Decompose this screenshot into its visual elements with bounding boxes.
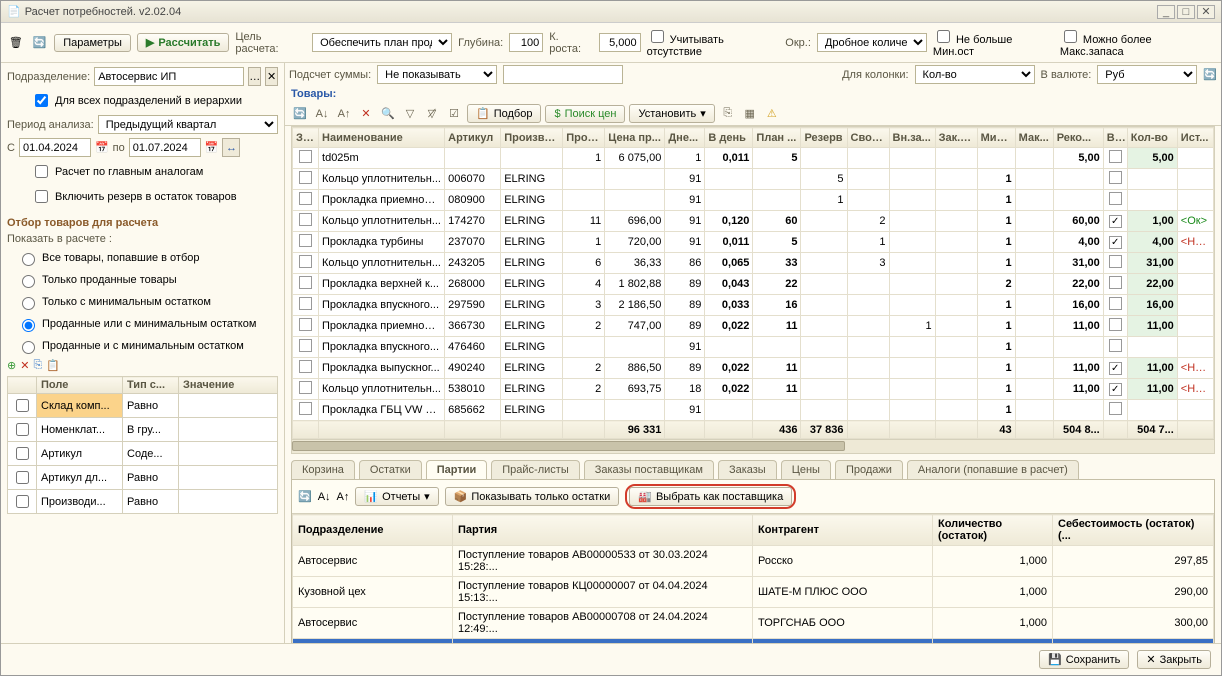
reserve-checkbox[interactable]: Включить резерв в остаток товаров	[31, 187, 278, 206]
swap-dates[interactable]: ↔	[222, 138, 240, 157]
col-select[interactable]: Кол-во	[915, 65, 1035, 84]
unit-label: Подразделение:	[7, 71, 90, 83]
reload-icon[interactable]: 🔄	[291, 105, 309, 123]
to-label: по	[113, 142, 125, 154]
check-all-icon[interactable]: ☑	[445, 105, 463, 123]
unit-ellipsis[interactable]: …	[248, 67, 261, 86]
period-select[interactable]: Предыдущий квартал	[98, 115, 278, 134]
okr-label: Окр.:	[785, 37, 811, 49]
params-button[interactable]: Параметры	[54, 34, 131, 52]
sort-asc-icon[interactable]: A↓	[313, 105, 331, 123]
calc-button[interactable]: ▶ Рассчитать	[137, 33, 230, 52]
window-title: Расчет потребностей. v2.02.04	[25, 6, 1155, 18]
maximize-button[interactable]: □	[1177, 5, 1195, 19]
delete-icon[interactable]: ✕	[20, 359, 29, 372]
col-label: Для колонки:	[842, 69, 908, 81]
copy-icon[interactable]: ⎘	[719, 105, 737, 123]
tab-0[interactable]: Корзина	[291, 460, 355, 479]
show-title: Показать в расчете :	[7, 233, 278, 245]
okr-select[interactable]: Дробное количес	[817, 33, 927, 52]
depth-label: Глубина:	[458, 37, 503, 49]
sum-label: Подсчет суммы:	[289, 69, 371, 81]
minimize-button[interactable]: _	[1157, 5, 1175, 19]
unit-input[interactable]	[94, 67, 244, 86]
left-panel: Подразделение: … ✕ Для всех подразделени…	[1, 63, 285, 643]
tab-5[interactable]: Заказы	[718, 460, 777, 479]
refresh-icon[interactable]: 🔄	[1203, 68, 1217, 81]
goal-select[interactable]: Обеспечить план прода	[312, 33, 452, 52]
main-grid[interactable]: За...НаименованиеАртикулПроизво...Прод..…	[292, 127, 1214, 439]
bottom-tabs: КорзинаОстаткиПартииПрайс-листы Заказы по…	[285, 454, 1221, 479]
filter-off-icon[interactable]: ▽̸	[423, 105, 441, 123]
radio-min[interactable]: Только с минимальным остатком	[17, 294, 278, 310]
close-footer-button[interactable]: ✕ Закрыть	[1137, 650, 1211, 669]
to-date[interactable]	[129, 138, 201, 157]
depth-input[interactable]	[509, 33, 543, 52]
calendar-icon[interactable]: 📅	[95, 141, 109, 154]
add-icon[interactable]: ⊕	[7, 359, 16, 372]
goal-label: Цель расчета:	[235, 31, 306, 55]
titlebar: 📄 Расчет потребностей. v2.02.04 _ □ ✕	[1, 1, 1221, 23]
main-toolbar: 🗑 🔄 Параметры ▶ Рассчитать Цель расчета:…	[1, 23, 1221, 63]
all-units-checkbox[interactable]: Для всех подразделений в иерархии	[31, 91, 278, 110]
close-button[interactable]: ✕	[1197, 5, 1215, 19]
filter-title: Отбор товаров для расчета	[7, 217, 278, 229]
h-scrollbar[interactable]	[292, 439, 1214, 453]
poisk-button[interactable]: $ Поиск цен	[545, 105, 625, 123]
absence-checkbox[interactable]: Учитывать отсутствие	[647, 27, 780, 58]
filter-table[interactable]: ПолеТип с...Значение Склад комп...РавноН…	[7, 376, 278, 514]
min-checkbox[interactable]: Не больше Мин.ост	[933, 27, 1054, 58]
radio-sold-and-min[interactable]: Проданные и с минимальным остатком	[17, 338, 278, 354]
select-supplier-button[interactable]: 🏭 Выбрать как поставщика	[629, 487, 792, 506]
tab-3[interactable]: Прайс-листы	[491, 460, 579, 479]
search-icon[interactable]: 🔍	[379, 105, 397, 123]
copy-icon[interactable]: ⎘	[33, 359, 42, 372]
analog-checkbox[interactable]: Расчет по главным аналогам	[31, 162, 278, 181]
max-checkbox[interactable]: Можно более Макс.запаса	[1060, 27, 1215, 58]
delete-row-icon[interactable]: ✕	[357, 105, 375, 123]
reports-dropdown[interactable]: 📊 Отчеты ▾	[355, 487, 438, 506]
tab-7[interactable]: Продажи	[835, 460, 903, 479]
sum-value-field[interactable]	[503, 65, 623, 84]
filter-icon[interactable]: ▽	[401, 105, 419, 123]
warning-icon[interactable]: ⚠	[763, 105, 781, 123]
tab-8[interactable]: Аналоги (попавшие в расчет)	[907, 460, 1079, 479]
sort-desc-icon[interactable]: A↑	[335, 105, 353, 123]
show-rest-button[interactable]: 📦 Показывать только остатки	[445, 487, 620, 506]
currency-label: В валюте:	[1041, 69, 1092, 81]
period-label: Период анализа:	[7, 119, 94, 131]
sub-reload-icon[interactable]: 🔄	[298, 490, 312, 503]
select-supplier-highlight: 🏭 Выбрать как поставщика	[625, 484, 796, 509]
list-icon[interactable]: 📋	[46, 359, 60, 372]
columns-icon[interactable]: ▦	[741, 105, 759, 123]
podbor-button[interactable]: 📋 Подбор	[467, 104, 541, 123]
ustanovit-dropdown[interactable]: Установить ▾	[629, 104, 714, 123]
currency-select[interactable]: Руб	[1097, 65, 1197, 84]
tab-2[interactable]: Партии	[426, 460, 488, 479]
refresh-icon[interactable]: 🔄	[31, 34, 49, 52]
from-label: С	[7, 142, 15, 154]
from-date[interactable]	[19, 138, 91, 157]
k-label: К. роста:	[549, 31, 592, 55]
sub-sort-asc-icon[interactable]: A↓	[318, 491, 331, 503]
tab-6[interactable]: Цены	[781, 460, 831, 479]
app-icon: 📄	[7, 5, 21, 18]
save-button[interactable]: 💾 Сохранить	[1039, 650, 1129, 669]
grid-toolbar: 🔄 A↓ A↑ ✕ 🔍 ▽ ▽̸ ☑ 📋 Подбор $ Поиск цен …	[285, 102, 1221, 126]
goods-label: Товары:	[285, 86, 1221, 102]
k-input[interactable]	[599, 33, 641, 52]
tab-1[interactable]: Остатки	[359, 460, 422, 479]
tab-4[interactable]: Заказы поставщикам	[584, 460, 714, 479]
sum-select[interactable]: Не показывать	[377, 65, 497, 84]
calendar-icon-2[interactable]: 📅	[205, 141, 219, 154]
radio-sold-or-min[interactable]: Проданные или с минимальным остатком	[17, 316, 278, 332]
radio-all[interactable]: Все товары, попавшие в отбор	[17, 250, 278, 266]
sub-sort-desc-icon[interactable]: A↑	[337, 491, 350, 503]
sub-grid[interactable]: ПодразделениеПартияКонтрагентКоличество …	[292, 514, 1214, 643]
clear-icon[interactable]: 🗑	[7, 34, 25, 52]
radio-sold[interactable]: Только проданные товары	[17, 272, 278, 288]
unit-clear[interactable]: ✕	[265, 67, 278, 86]
right-panel: Подсчет суммы: Не показывать Для колонки…	[285, 63, 1221, 643]
